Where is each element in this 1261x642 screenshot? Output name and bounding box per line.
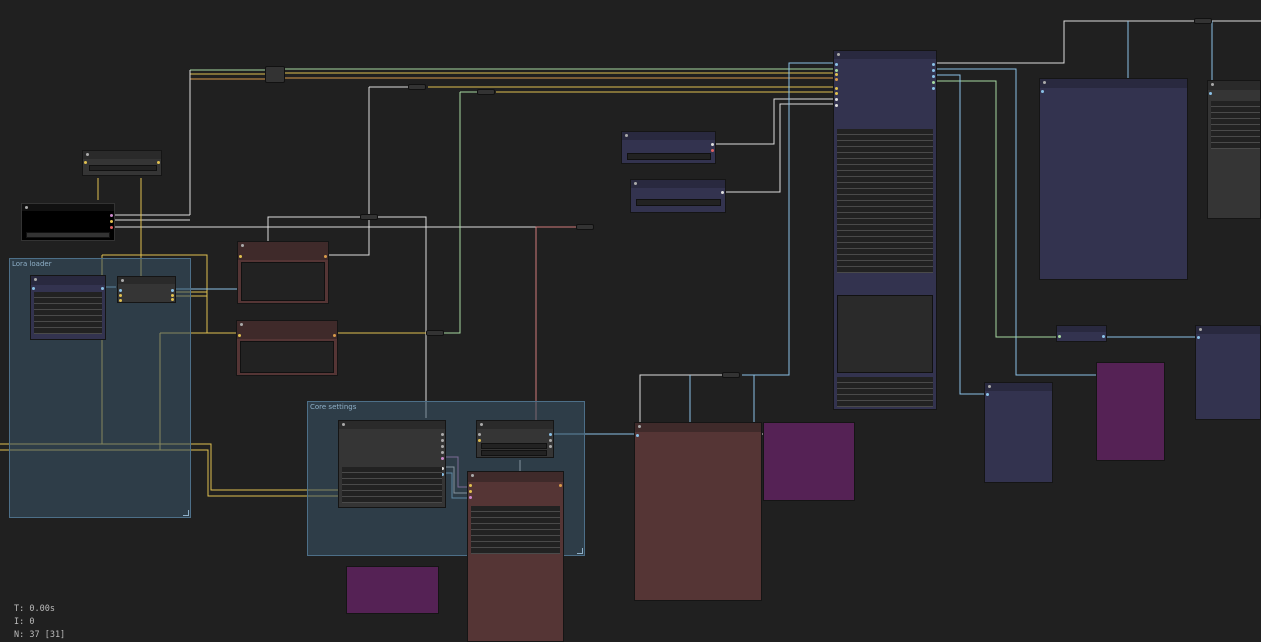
reroute-node[interactable] — [477, 89, 495, 95]
node-widget[interactable] — [636, 199, 721, 206]
node-purple-bottom[interactable] — [346, 566, 439, 614]
reroute-node[interactable] — [426, 330, 444, 336]
node-widget[interactable] — [837, 295, 933, 373]
group-title: Core settings — [310, 403, 357, 411]
link-model — [190, 68, 835, 71]
node-purple-right[interactable] — [1096, 362, 1165, 461]
node-image-preview[interactable] — [634, 422, 762, 601]
node-black[interactable] — [21, 203, 115, 241]
node-negative-prompt[interactable] — [236, 320, 338, 376]
node-pipe-main[interactable] — [833, 50, 937, 410]
link-out-4 — [936, 74, 986, 395]
prompt-textarea[interactable] — [240, 341, 334, 373]
node-blue-right-mid[interactable] — [1195, 325, 1261, 420]
node-blue-small-2[interactable] — [630, 179, 726, 213]
node-widget[interactable] — [481, 450, 547, 456]
node-core-settings-small[interactable] — [476, 420, 554, 458]
node-positive-prompt[interactable] — [237, 241, 329, 304]
stats-node-count: N: 37 [31] — [14, 630, 66, 640]
node-widget[interactable] — [627, 153, 711, 160]
node-lora-apply[interactable] — [117, 276, 176, 303]
node-blue-lower[interactable] — [984, 382, 1053, 483]
reroute-node[interactable] — [722, 372, 740, 378]
node-blue-large[interactable] — [1039, 78, 1188, 280]
stats-overlay: T: 0.00s I: 0 N: 37 [31] — [14, 603, 65, 642]
link-small-node-1 — [714, 98, 835, 145]
group-resize-handle[interactable] — [183, 510, 189, 516]
link-red-line — [535, 226, 594, 420]
reroute-node[interactable] — [265, 66, 285, 83]
node-widget[interactable] — [26, 232, 110, 238]
node-core-settings-main[interactable] — [338, 420, 446, 508]
group-resize-handle[interactable] — [577, 548, 583, 554]
link-reroute-mid — [328, 86, 408, 256]
node-gray-right-edge[interactable] — [1207, 80, 1261, 219]
link-clip — [190, 72, 835, 75]
link-left-vertical — [114, 70, 191, 216]
reroute-node[interactable] — [1194, 18, 1212, 24]
node-blue-small-1[interactable] — [621, 131, 716, 164]
link-small-node-2 — [724, 103, 835, 193]
reroute-node[interactable] — [408, 84, 426, 90]
node-widget[interactable] — [481, 443, 547, 449]
stats-iterations: I: 0 — [14, 617, 35, 627]
group-title: Lora loader — [12, 260, 52, 268]
reroute-node[interactable] — [360, 214, 378, 220]
node-lora-stack[interactable] — [30, 275, 106, 340]
node-core-sampler[interactable] — [467, 471, 564, 642]
node-purple-mid[interactable] — [763, 422, 855, 501]
reroute-node[interactable] — [576, 224, 594, 230]
node-gray-small[interactable] — [82, 150, 162, 176]
link-vae — [190, 77, 835, 80]
prompt-textarea[interactable] — [241, 262, 325, 301]
link-blue-up — [742, 62, 835, 376]
node-blue-mini[interactable] — [1056, 325, 1107, 342]
link-reroute-c — [444, 91, 478, 334]
node-widget[interactable] — [89, 165, 157, 171]
link-white-bot — [639, 374, 722, 422]
stats-time: T: 0.00s — [14, 604, 55, 614]
